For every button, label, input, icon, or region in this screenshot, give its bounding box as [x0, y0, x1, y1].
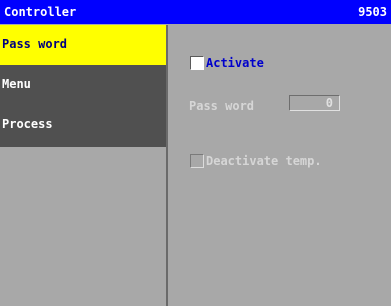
password-label: Pass word — [189, 99, 255, 113]
activate-checkbox-row[interactable]: Activate — [190, 56, 264, 70]
sidebar-item-process[interactable]: Process — [0, 105, 166, 147]
sidebar: Pass word Menu Process — [0, 25, 168, 306]
sidebar-item-menu[interactable]: Menu — [0, 65, 166, 105]
sidebar-item-password[interactable]: Pass word — [0, 25, 166, 65]
activate-checkbox[interactable] — [190, 56, 204, 70]
main-panel: Activate Pass word 0 Deactivate temp. — [168, 25, 391, 306]
deactivate-temp-checkbox — [190, 154, 204, 168]
activate-label: Activate — [206, 56, 264, 70]
screen-code: 9503 — [358, 5, 387, 19]
deactivate-temp-label: Deactivate temp. — [206, 154, 322, 168]
window-title: Controller — [4, 5, 77, 19]
sidebar-item-label: Menu — [2, 77, 31, 91]
title-bar: Controller 9503 — [0, 0, 391, 24]
sidebar-item-label: Pass word — [2, 37, 68, 51]
deactivate-temp-checkbox-row: Deactivate temp. — [190, 154, 322, 168]
password-field: 0 — [289, 95, 340, 111]
sidebar-item-label: Process — [2, 117, 53, 131]
